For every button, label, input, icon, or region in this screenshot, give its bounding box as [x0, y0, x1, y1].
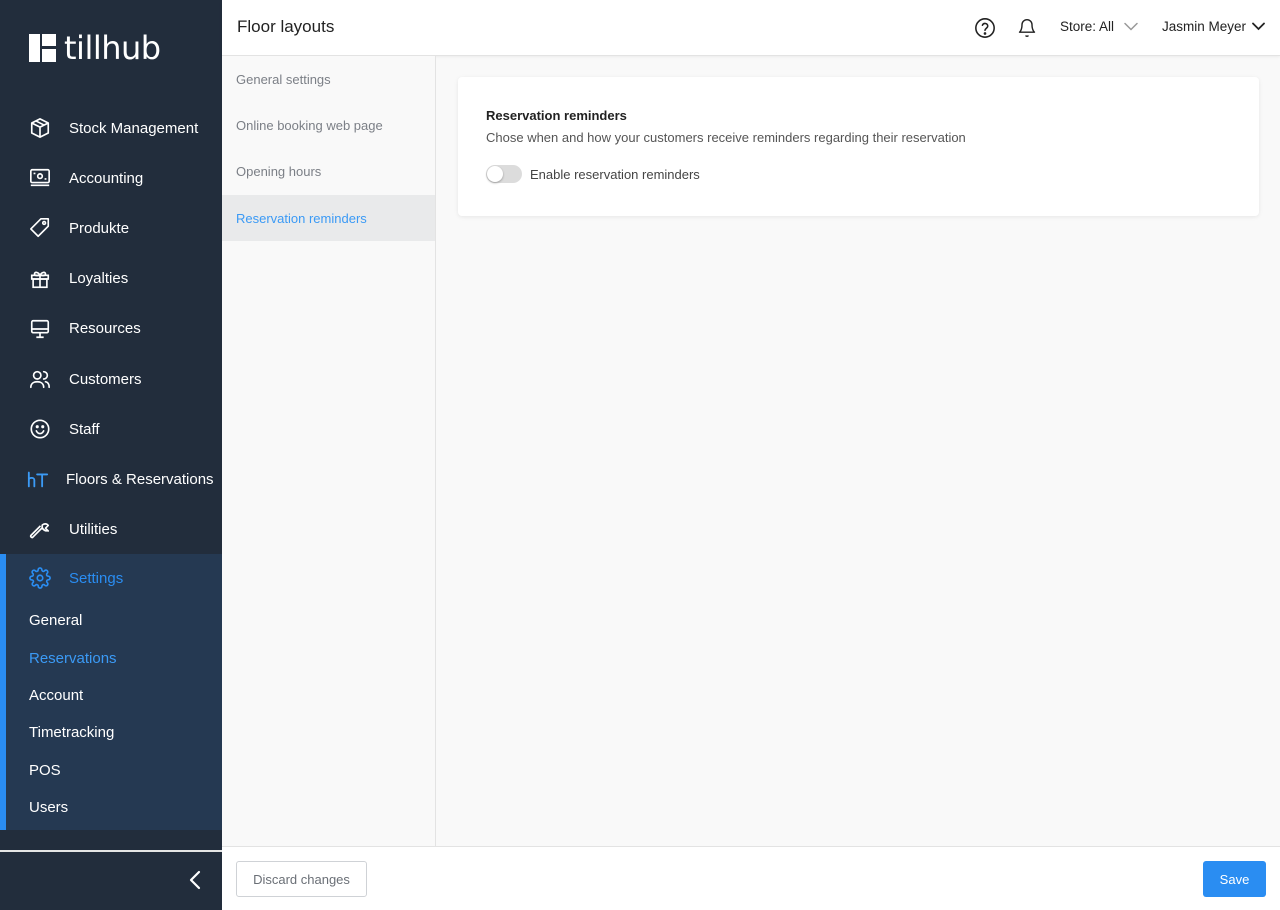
subnav-opening-hours[interactable]: Opening hours [222, 149, 435, 195]
logo: tillhub [29, 32, 161, 64]
sidebar-item-accounting[interactable]: Accounting [0, 153, 222, 203]
toggle-knob [487, 166, 503, 182]
smiley-icon [29, 418, 51, 440]
wrench-icon [29, 519, 51, 541]
sidebar-item-label: Accounting [69, 169, 144, 187]
settings-sub-general[interactable]: General [6, 602, 222, 639]
bell-icon [1018, 19, 1036, 37]
sidebar-item-floors-reservations[interactable]: Floors & Reservations [0, 454, 222, 504]
sidebar-item-label: Stock Management [69, 119, 199, 137]
sidebar-item-label: Customers [69, 370, 142, 388]
gift-icon [29, 268, 51, 290]
store-selector[interactable]: Store: All [1060, 19, 1138, 34]
gear-icon [29, 567, 51, 589]
subnav-reservation-reminders[interactable]: Reservation reminders [222, 194, 435, 242]
top-header: Floor layouts Store: All Jasmin Meyer [222, 0, 1280, 56]
sidebar-item-label: Floors & Reservations [66, 470, 214, 488]
monitor-icon [29, 318, 51, 340]
sidebar-item-stock-management[interactable]: Stock Management [0, 103, 222, 153]
settings-section: Settings General Reservations Account Ti… [0, 554, 222, 830]
user-name: Jasmin Meyer [1162, 19, 1247, 34]
sidebar-item-label: Loyalties [69, 270, 129, 288]
sidebar: tillhub Stock Management Accounting Prod… [0, 0, 222, 910]
settings-sub-users[interactable]: Users [6, 789, 222, 826]
discard-changes-button[interactable]: Discard changes [236, 861, 367, 897]
tag-icon [29, 217, 51, 239]
box-icon [29, 117, 51, 139]
logo-mark-icon [29, 34, 56, 62]
sidebar-item-label: Resources [69, 320, 141, 338]
sidebar-item-label: Utilities [69, 521, 118, 539]
chevron-left-icon [189, 870, 201, 890]
subnav-general-settings[interactable]: General settings [222, 56, 435, 102]
toggle-label: Enable reservation reminders [530, 166, 700, 182]
main-nav: Stock Management Accounting Produkte Loy… [0, 103, 222, 555]
enable-reminders-toggle[interactable] [486, 165, 522, 183]
settings-sub-reservations[interactable]: Reservations [6, 639, 222, 676]
card-description: Chose when and how your customers receiv… [486, 130, 966, 145]
ht-icon [27, 468, 49, 490]
chevron-down-icon [1124, 22, 1138, 31]
sidebar-divider [0, 850, 222, 852]
notifications-button[interactable] [1015, 16, 1039, 40]
sidebar-item-label: Produkte [69, 219, 130, 237]
chevron-down-icon [1252, 22, 1265, 31]
footer-bar: Discard changes Save [222, 846, 1280, 910]
user-menu[interactable]: Jasmin Meyer [1162, 19, 1265, 34]
enable-reminders-row: Enable reservation reminders [486, 165, 700, 183]
page-title: Floor layouts [237, 17, 335, 36]
settings-sub-timetracking[interactable]: Timetracking [6, 714, 222, 751]
sidebar-item-settings[interactable]: Settings [6, 554, 222, 602]
help-button[interactable] [973, 16, 997, 40]
sidebar-item-loyalties[interactable]: Loyalties [0, 254, 222, 304]
store-selector-label: Store: All [1060, 19, 1115, 34]
sidebar-item-resources[interactable]: Resources [0, 304, 222, 354]
sidebar-item-customers[interactable]: Customers [0, 354, 222, 404]
sidebar-item-utilities[interactable]: Utilities [0, 505, 222, 555]
sidebar-item-label: Staff [69, 420, 100, 438]
cash-register-icon [29, 167, 51, 189]
sidebar-item-produkte[interactable]: Produkte [0, 203, 222, 253]
settings-sub-pos[interactable]: POS [6, 752, 222, 789]
help-icon [975, 18, 995, 38]
logo-text: tillhub [64, 29, 161, 67]
settings-subnav: General settings Online booking web page… [222, 56, 436, 846]
reservation-reminders-card: Reservation reminders Chose when and how… [458, 77, 1259, 216]
subnav-online-booking[interactable]: Online booking web page [222, 102, 435, 148]
sidebar-item-label: Settings [69, 569, 124, 587]
sidebar-item-staff[interactable]: Staff [0, 404, 222, 454]
users-icon [29, 368, 51, 390]
settings-sub-account[interactable]: Account [6, 677, 222, 714]
card-title: Reservation reminders [486, 108, 627, 123]
save-button[interactable]: Save [1203, 861, 1266, 897]
collapse-sidebar-button[interactable] [182, 866, 208, 894]
